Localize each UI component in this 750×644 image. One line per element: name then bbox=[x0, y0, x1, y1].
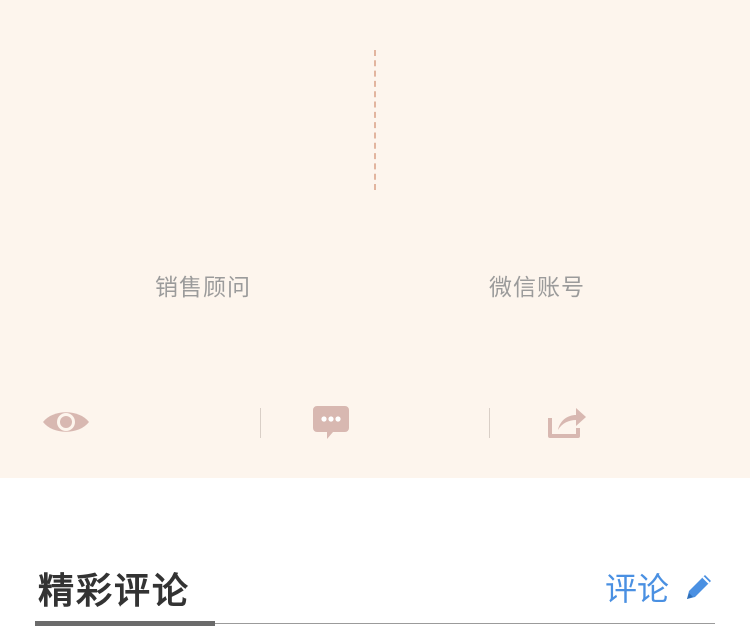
dashed-divider bbox=[374, 50, 376, 190]
action-divider bbox=[489, 408, 490, 438]
comments-header: 精彩评论 评论 bbox=[35, 548, 715, 628]
header-active-underline bbox=[35, 621, 215, 626]
comment-count-button[interactable] bbox=[310, 400, 352, 444]
write-comment-button[interactable]: 评论 bbox=[605, 564, 715, 610]
eye-icon bbox=[41, 406, 91, 438]
action-bar bbox=[0, 400, 750, 444]
comment-link-label: 评论 bbox=[604, 570, 669, 608]
action-divider bbox=[260, 408, 261, 438]
chat-bubble-icon bbox=[311, 404, 351, 440]
share-button[interactable] bbox=[545, 400, 589, 444]
wechat-account-label: 微信账号 bbox=[489, 275, 585, 301]
view-button[interactable] bbox=[40, 400, 92, 444]
page-root: 销售顾问 微信账号 精彩评论 评论 bbox=[0, 0, 750, 644]
pencil-icon bbox=[683, 571, 715, 603]
contact-card: 销售顾问 微信账号 bbox=[0, 0, 750, 478]
share-icon bbox=[546, 404, 588, 440]
section-title: 精彩评论 bbox=[38, 571, 191, 612]
sales-consultant-label: 销售顾问 bbox=[155, 275, 251, 301]
